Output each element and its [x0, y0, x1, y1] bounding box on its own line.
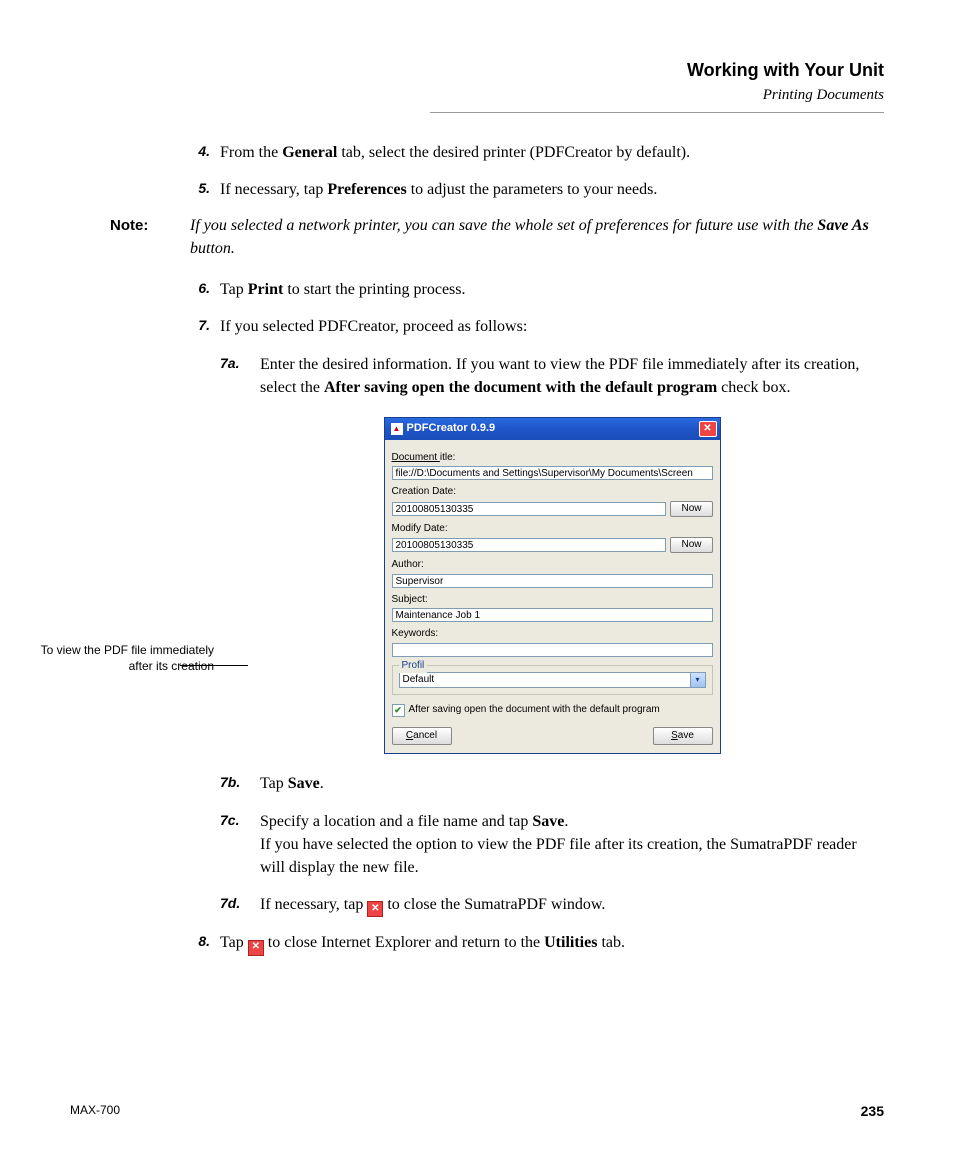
modify-date-label: Modify Date:	[392, 522, 713, 537]
profil-value: Default	[400, 673, 690, 687]
dialog-titlebar[interactable]: ▲ PDFCreator 0.9.9 ✕	[385, 418, 720, 440]
modify-now-button[interactable]: Now	[670, 537, 712, 553]
app-icon: ▲	[391, 423, 403, 435]
close-icon: ✕	[367, 901, 383, 917]
step-5-text: If necessary, tap Preferences to adjust …	[220, 178, 884, 201]
doc-title-input[interactable]: file://D:\Documents and Settings\Supervi…	[392, 466, 713, 480]
step-7d-text: If necessary, tap ✕ to close the Sumatra…	[260, 893, 884, 917]
note-label: Note:	[110, 215, 190, 260]
subject-label: Subject:	[392, 593, 713, 608]
header-divider	[430, 112, 884, 113]
step-6-number: 6.	[180, 278, 220, 301]
step-7-text: If you selected PDFCreator, proceed as f…	[220, 315, 884, 338]
creation-now-button[interactable]: Now	[670, 501, 712, 517]
profil-group-label: Profil	[399, 659, 428, 674]
keywords-label: Keywords:	[392, 627, 713, 642]
after-saving-checkbox[interactable]: ✔	[392, 704, 405, 717]
footer-page-number: 235	[861, 1103, 884, 1119]
modify-date-input[interactable]: 20100805130335	[392, 538, 667, 552]
step-7a-number: 7a.	[220, 353, 260, 399]
author-input[interactable]: Supervisor	[392, 574, 713, 588]
note-text: If you selected a network printer, you c…	[190, 215, 884, 260]
pdfcreator-dialog: ▲ PDFCreator 0.9.9 ✕ Document itle: docu…	[384, 417, 721, 755]
step-7c-text: Specify a location and a file name and t…	[260, 810, 884, 880]
save-button[interactable]: Save	[653, 727, 713, 745]
step-6-text: Tap Print to start the printing process.	[220, 278, 884, 301]
footer-model: MAX-700	[70, 1103, 120, 1119]
step-7c-number: 7c.	[220, 810, 260, 880]
close-icon: ✕	[248, 940, 264, 956]
step-8-text: Tap ✕ to close Internet Explorer and ret…	[220, 931, 884, 955]
profil-group: Profil Default ▾	[392, 665, 713, 695]
step-8-number: 8.	[180, 931, 220, 955]
author-label: Author:	[392, 558, 713, 573]
step-7a-text: Enter the desired information. If you wa…	[260, 353, 884, 399]
callout-leader-line	[180, 665, 248, 666]
close-icon[interactable]: ✕	[699, 421, 717, 437]
cancel-button[interactable]: Cancel	[392, 727, 452, 745]
step-7b-text: Tap Save.	[260, 772, 884, 795]
creation-date-label: Creation Date:	[392, 485, 713, 500]
step-4-number: 4.	[180, 141, 220, 164]
step-5-number: 5.	[180, 178, 220, 201]
step-7d-number: 7d.	[220, 893, 260, 917]
step-7b-number: 7b.	[220, 772, 260, 795]
keywords-input[interactable]	[392, 643, 713, 657]
step-7-number: 7.	[180, 315, 220, 338]
profil-combobox[interactable]: Default ▾	[399, 672, 706, 688]
creation-date-input[interactable]: 20100805130335	[392, 502, 667, 516]
after-saving-checkbox-label: After saving open the document with the …	[409, 703, 660, 718]
step-4-text: From the General tab, select the desired…	[220, 141, 884, 164]
figure-callout: To view the PDF file immediately after i…	[14, 642, 220, 674]
page-section-title: Working with Your Unit	[70, 60, 884, 81]
dialog-title: PDFCreator 0.9.9	[407, 421, 496, 437]
chevron-down-icon[interactable]: ▾	[690, 673, 705, 687]
subject-input[interactable]: Maintenance Job 1	[392, 608, 713, 622]
doc-title-label: Document itle:	[392, 451, 713, 466]
page-section-subtitle: Printing Documents	[70, 87, 884, 104]
